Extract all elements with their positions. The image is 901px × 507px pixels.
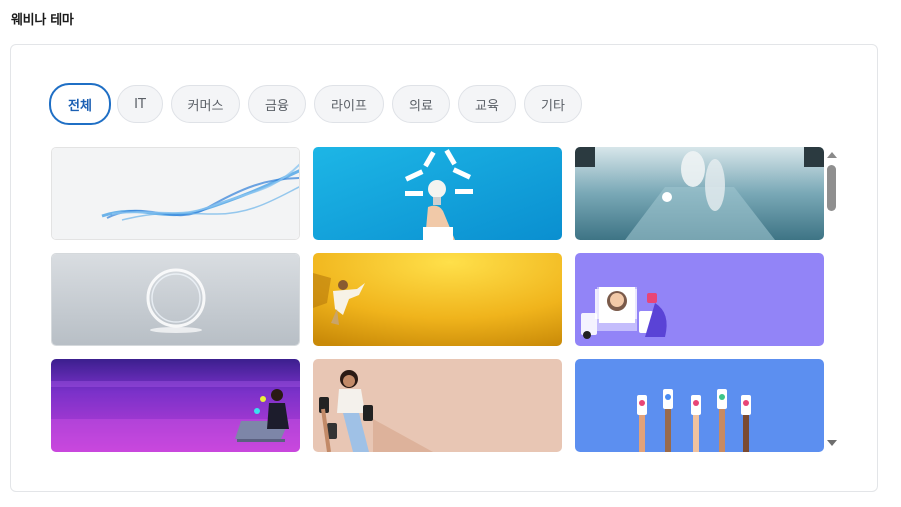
blue-phones-image — [575, 359, 824, 452]
filter-chip-finance[interactable]: 금융 — [248, 85, 306, 123]
theme-thumb-peach-smartphone[interactable] — [313, 359, 562, 452]
filter-chip-education[interactable]: 교육 — [458, 85, 516, 123]
theme-thumb-purple-laptop[interactable] — [51, 359, 300, 452]
filter-chip-etc[interactable]: 기타 — [524, 85, 582, 123]
filter-chip-all[interactable]: 전체 — [49, 83, 111, 125]
blue-wave-image — [52, 148, 299, 239]
theme-thumb-purple-social[interactable] — [575, 253, 824, 346]
scroll-down-arrow-icon[interactable] — [827, 440, 837, 446]
section-title: 웨비나 테마 — [11, 13, 74, 28]
theme-thumb-blue-phones[interactable] — [575, 359, 824, 452]
theme-thumb-yellow-jump[interactable] — [313, 253, 562, 346]
teal-runway-image — [575, 147, 824, 240]
yellow-jump-image — [313, 253, 562, 346]
filter-chip-medical[interactable]: 의료 — [392, 85, 450, 123]
purple-laptop-image — [51, 359, 300, 452]
peach-smartphone-image — [313, 359, 562, 452]
scroll-up-arrow-icon[interactable] — [827, 152, 837, 158]
theme-thumb-lightbulb[interactable] — [313, 147, 562, 240]
theme-thumb-blue-wave[interactable] — [51, 147, 300, 240]
filter-chip-life[interactable]: 라이프 — [314, 85, 384, 123]
purple-social-image — [575, 253, 824, 346]
theme-thumb-glowing-ring[interactable] — [51, 253, 300, 346]
glowing-ring-image — [52, 254, 299, 345]
theme-list-scrollbar[interactable] — [826, 148, 838, 452]
filter-chip-it[interactable]: IT — [117, 85, 163, 123]
theme-thumb-teal-runway[interactable] — [575, 147, 824, 240]
scrollbar-thumb[interactable] — [827, 165, 836, 211]
filter-chip-commerce[interactable]: 커머스 — [171, 85, 240, 123]
lightbulb-image — [313, 147, 562, 240]
